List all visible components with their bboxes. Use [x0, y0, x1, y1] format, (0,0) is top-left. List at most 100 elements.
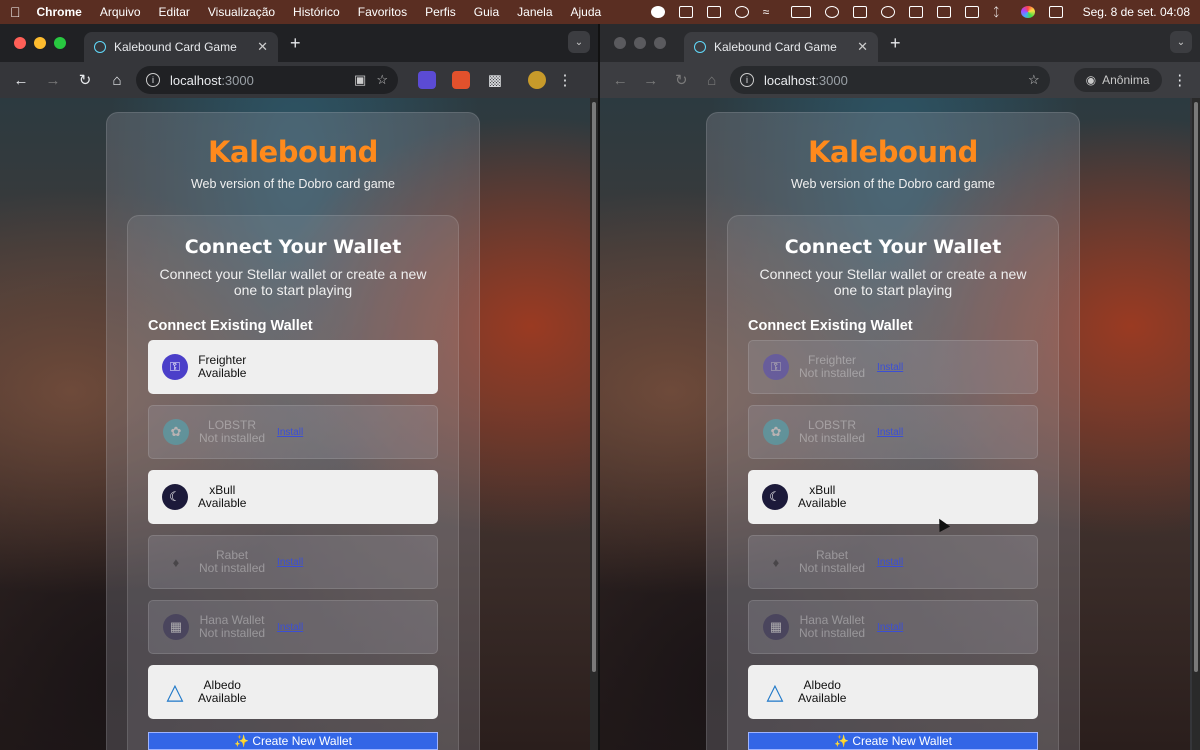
bookmark-star-icon[interactable]: ☆: [1028, 72, 1040, 88]
keyboard-icon[interactable]: [908, 6, 923, 18]
incognito-indicator[interactable]: ◉ Anônima: [1073, 68, 1162, 92]
menu-editar[interactable]: Editar: [159, 5, 190, 19]
browser-window-left: Kalebound Card Game ✕ + ⌄ ← → ↻ ⌂ i loca…: [0, 24, 598, 750]
reload-button[interactable]: ↻: [72, 67, 98, 93]
create-new-wallet-button[interactable]: ✨ Create New Wallet: [148, 732, 438, 750]
wifi-icon[interactable]: ≈: [763, 6, 777, 18]
site-info-icon[interactable]: i: [740, 73, 754, 87]
control-center-icon[interactable]: [1048, 6, 1063, 18]
menu-historico[interactable]: Histórico: [293, 5, 340, 19]
menu-visualizacao[interactable]: Visualização: [208, 5, 275, 19]
menu-janela[interactable]: Janela: [517, 5, 552, 19]
install-link[interactable]: Install: [877, 557, 903, 568]
install-link[interactable]: Install: [277, 557, 303, 568]
screen-record-icon[interactable]: [706, 6, 721, 18]
menu-chrome[interactable]: Chrome: [37, 5, 82, 19]
page-scrollbar[interactable]: [1192, 98, 1200, 750]
back-button[interactable]: ←: [8, 67, 34, 93]
reload-button[interactable]: ↻: [669, 67, 694, 93]
extension-purple-icon[interactable]: [418, 71, 436, 89]
menubar-clock[interactable]: Seg. 8 de set. 04:08: [1083, 5, 1190, 19]
wallet-option-albedo[interactable]: △ Albedo Available: [748, 665, 1038, 719]
tab-kalebound[interactable]: Kalebound Card Game ✕: [84, 32, 278, 62]
scrollbar-thumb[interactable]: [1194, 102, 1198, 672]
tab-title: Kalebound Card Game: [114, 40, 237, 54]
zoom-window-button[interactable]: [654, 37, 666, 49]
play-icon[interactable]: [880, 6, 895, 18]
install-app-icon[interactable]: ▣: [354, 72, 366, 88]
install-link[interactable]: Install: [877, 362, 903, 373]
url-text[interactable]: localhost:3000: [170, 73, 344, 88]
tab-search-button[interactable]: ⌄: [1170, 31, 1192, 53]
close-tab-icon[interactable]: ✕: [857, 39, 868, 55]
chrome-menu-icon[interactable]: ⋮: [552, 67, 578, 93]
page-viewport: Kalebound Web version of the Dobro card …: [600, 98, 1190, 750]
create-new-wallet-button[interactable]: ✨ Create New Wallet: [748, 732, 1038, 750]
display-icon[interactable]: [964, 6, 979, 18]
wallet-option-hana-wallet[interactable]: ▦ Hana Wallet Not installed Install: [748, 600, 1038, 654]
forward-button[interactable]: →: [639, 67, 664, 93]
close-window-button[interactable]: [14, 37, 26, 49]
siri-icon[interactable]: [1020, 6, 1035, 18]
battery-icon[interactable]: [790, 6, 811, 18]
bluetooth-icon[interactable]: ᛨ: [993, 6, 1007, 18]
dropbox-icon[interactable]: [678, 6, 693, 18]
menu-arquivo[interactable]: Arquivo: [100, 5, 141, 19]
extensions-puzzle-icon[interactable]: ▩: [482, 67, 508, 93]
spotlight-search-icon[interactable]: [824, 6, 839, 18]
wallet-option-xbull[interactable]: ☾ xBull Available: [148, 470, 438, 524]
wallet-option-freighter[interactable]: ⚿ Freighter Available: [148, 340, 438, 394]
back-button[interactable]: ←: [608, 67, 633, 93]
wallet-option-rabet[interactable]: ♦ Rabet Not installed Install: [148, 535, 438, 589]
expand-icon[interactable]: [936, 6, 951, 18]
install-link[interactable]: Install: [277, 622, 303, 633]
window-icon[interactable]: [852, 6, 867, 18]
wallet-status: Available: [198, 496, 247, 510]
address-bar[interactable]: i localhost:3000 ▣ ☆: [136, 66, 398, 94]
new-tab-button[interactable]: +: [290, 33, 301, 54]
zoom-window-button[interactable]: [54, 37, 66, 49]
bookmark-star-icon[interactable]: ☆: [376, 72, 388, 88]
home-button[interactable]: ⌂: [700, 67, 725, 93]
close-window-button[interactable]: [614, 37, 626, 49]
window-controls: [614, 37, 666, 49]
chrome-menu-icon[interactable]: ⋮: [1168, 67, 1193, 93]
wallet-option-xbull[interactable]: ☾ xBull Available: [748, 470, 1038, 524]
wallet-option-rabet[interactable]: ♦ Rabet Not installed Install: [748, 535, 1038, 589]
tab-search-button[interactable]: ⌄: [568, 31, 590, 53]
site-info-icon[interactable]: i: [146, 73, 160, 87]
wallet-info: xBull Available: [798, 484, 846, 510]
wallet-status: Not installed: [199, 626, 266, 640]
minimize-window-button[interactable]: [634, 37, 646, 49]
wallet-option-lobstr[interactable]: ✿ LOBSTR Not installed Install: [148, 405, 438, 459]
address-bar[interactable]: i localhost:3000 ☆: [730, 66, 1050, 94]
vpn-icon[interactable]: [734, 6, 749, 18]
scrollbar-thumb[interactable]: [592, 102, 596, 672]
apple-menu-icon[interactable]: : [10, 4, 21, 20]
extension-fox-icon[interactable]: [452, 71, 470, 89]
url-text[interactable]: localhost:3000: [764, 73, 1018, 88]
install-link[interactable]: Install: [877, 622, 903, 633]
wallet-option-albedo[interactable]: △ Albedo Available: [148, 665, 438, 719]
wallet-info: xBull Available: [198, 484, 246, 510]
menu-perfis[interactable]: Perfis: [425, 5, 456, 19]
new-tab-button[interactable]: +: [890, 33, 901, 54]
wallet-option-freighter[interactable]: ⚿ Freighter Not installed Install: [748, 340, 1038, 394]
wallet-option-lobstr[interactable]: ✿ LOBSTR Not installed Install: [748, 405, 1038, 459]
wallet-option-hana-wallet[interactable]: ▦ Hana Wallet Not installed Install: [148, 600, 438, 654]
install-link[interactable]: Install: [277, 427, 303, 438]
menu-ajuda[interactable]: Ajuda: [571, 5, 602, 19]
brand-subtitle: Web version of the Dobro card game: [190, 177, 396, 191]
minimize-window-button[interactable]: [34, 37, 46, 49]
home-button[interactable]: ⌂: [104, 67, 130, 93]
menu-guia[interactable]: Guia: [474, 5, 499, 19]
forward-button[interactable]: →: [40, 67, 66, 93]
page-scrollbar[interactable]: [590, 98, 598, 750]
tab-kalebound[interactable]: Kalebound Card Game ✕: [684, 32, 878, 62]
status-dot-icon[interactable]: [650, 6, 665, 18]
install-link[interactable]: Install: [877, 427, 903, 438]
profile-avatar[interactable]: [528, 71, 546, 89]
menu-favoritos[interactable]: Favoritos: [358, 5, 407, 19]
close-tab-icon[interactable]: ✕: [257, 39, 268, 55]
lobstr-icon: ✿: [163, 419, 189, 445]
